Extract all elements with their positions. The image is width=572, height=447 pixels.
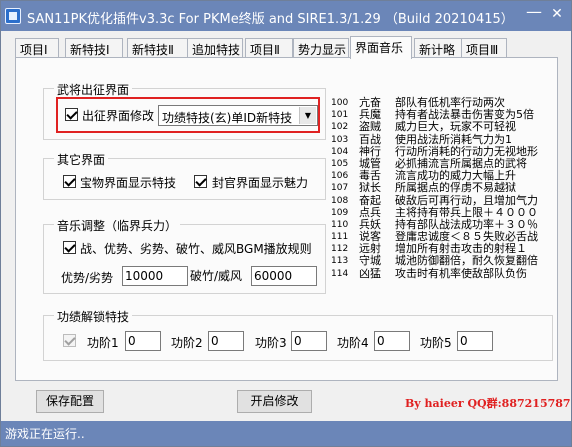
tab-project-1[interactable]: 项目Ⅰ <box>15 38 59 58</box>
skill-reference-list: 100 亢奋 部队有低机率行动两次 101 兵魔 持有者战法暴击伤害变为5倍 102 盗贼… <box>331 96 555 280</box>
skill-id: 105 <box>331 158 349 169</box>
broken-input[interactable]: 60000 <box>251 266 317 286</box>
merit-level-2-label: 功阶2 <box>171 336 203 350</box>
skill-desc: 城池防御翻倍，耐久恢复翻倍 <box>395 254 538 268</box>
sortie-mod-label: 出征界面修改 <box>82 109 155 123</box>
skill-name: 守城 <box>359 254 381 268</box>
treasure-skill-checkbox[interactable] <box>63 175 76 188</box>
merit-level-4-label: 功阶4 <box>337 336 369 350</box>
skill-name: 奋起 <box>359 193 381 207</box>
start-modify-button[interactable]: 开启修改 <box>237 390 312 413</box>
skill-id: 112 <box>331 244 349 255</box>
list-item: 108 奋起 破敌后可再行动，且增加气力 <box>331 193 555 207</box>
tab-ui-music[interactable]: 界面音乐 <box>350 36 412 59</box>
skill-desc: 使用战法所消耗气力为1 <box>395 132 512 146</box>
skill-name: 狱长 <box>359 181 381 195</box>
merit-level-4-input[interactable]: 0 <box>374 331 410 351</box>
skill-id: 114 <box>331 268 349 279</box>
skill-desc: 所属据点的俘虏不易越狱 <box>395 181 516 195</box>
merit-level-5-input[interactable]: 0 <box>457 331 493 351</box>
sortie-mod-checkbox[interactable] <box>65 108 78 121</box>
music-group: 音乐调整（临界兵力） 战、优势、劣势、破竹、威风BGM播放规则 优势/劣势 10… <box>43 217 326 294</box>
bgm-rule-checkbox[interactable] <box>63 241 76 254</box>
skill-id: 102 <box>331 122 349 133</box>
sortie-mode-select[interactable]: 功绩特技(玄)单ID新特技 ▼ <box>158 105 318 126</box>
skill-id: 111 <box>331 232 349 243</box>
skill-name: 百战 <box>359 132 381 146</box>
tab-new-skill-1[interactable]: 新特技Ⅰ <box>65 38 123 58</box>
merit-level-3-input[interactable]: 0 <box>291 331 327 351</box>
skill-id: 108 <box>331 195 349 206</box>
save-config-button[interactable]: 保存配置 <box>36 390 104 413</box>
other-ui-group-title: 其它界面 <box>54 151 109 168</box>
advantage-label: 优势/劣势 <box>61 271 114 285</box>
skill-name: 凶猛 <box>359 266 381 280</box>
status-bar: 游戏正在运行.. <box>1 421 571 446</box>
skill-desc: 攻击时有机率使敌部队负伤 <box>395 266 527 280</box>
skill-id: 107 <box>331 183 349 194</box>
tab-new-skill-2[interactable]: 新特技Ⅱ <box>127 38 189 58</box>
broken-label: 破竹/威风 <box>190 269 243 283</box>
skill-id: 103 <box>331 134 349 145</box>
skill-id: 104 <box>331 146 349 157</box>
merit-level-1-input[interactable]: 0 <box>125 331 161 351</box>
list-item: 102 盗贼 威力巨大，玩家不可轻视 <box>331 121 555 133</box>
status-text: 游戏正在运行.. <box>5 427 85 441</box>
merit-group-title: 功绩解锁特技 <box>54 308 133 325</box>
app-window: SAN11PK优化插件v3.3c For PKMe终版 and SIRE1.3/… <box>0 0 572 447</box>
skill-id: 100 <box>331 98 349 108</box>
app-icon <box>5 8 21 24</box>
list-item: 113 守城 城池防御翻倍，耐久恢复翻倍 <box>331 255 555 267</box>
minimize-button[interactable]: — <box>523 3 545 25</box>
title-bar: SAN11PK优化插件v3.3c For PKMe终版 and SIRE1.3/… <box>1 1 571 31</box>
title-charm-label: 封官界面显示魅力 <box>212 176 309 190</box>
list-item: 114 凶猛 攻击时有机率使敌部队负伤 <box>331 266 555 280</box>
music-group-title: 音乐调整（临界兵力） <box>54 217 181 234</box>
merit-group: 功绩解锁特技 功阶1 0 功阶2 0 功阶3 0 功阶4 0 功阶5 0 <box>43 308 553 361</box>
close-button[interactable]: ✕ <box>545 3 569 25</box>
title-charm-checkbox[interactable] <box>194 175 207 188</box>
merit-level-1-label: 功阶1 <box>87 336 119 350</box>
advantage-input[interactable]: 10000 <box>122 266 188 286</box>
list-item: 103 百战 使用战法所消耗气力为1 <box>331 132 555 146</box>
tab-extra-skill[interactable]: 追加特技 <box>187 38 243 58</box>
tab-project-3[interactable]: 项目Ⅲ <box>461 38 507 58</box>
tab-project-2[interactable]: 项目Ⅱ <box>245 38 293 58</box>
skill-name: 盗贼 <box>359 120 381 134</box>
other-ui-group: 其它界面 宝物界面显示特技 封官界面显示魅力 <box>43 151 326 200</box>
list-item: 107 狱长 所属据点的俘虏不易越狱 <box>331 182 555 194</box>
sortie-mode-value: 功绩特技(玄)单ID新特技 <box>162 111 293 125</box>
tab-new-strategy[interactable]: 新计略 <box>414 38 462 58</box>
skill-id: 110 <box>331 219 349 230</box>
skill-id: 106 <box>331 171 349 182</box>
tab-force-display[interactable]: 势力显示 <box>293 38 349 58</box>
chevron-down-icon[interactable]: ▼ <box>299 107 316 124</box>
sortie-group-title: 武将出征界面 <box>54 81 133 98</box>
skill-id: 101 <box>331 110 349 121</box>
merit-level-3-label: 功阶3 <box>255 336 287 350</box>
highlight-box: 出征界面修改 功绩特技(玄)单ID新特技 ▼ <box>56 97 320 133</box>
skill-desc: 威力巨大，玩家不可轻视 <box>395 120 516 134</box>
skill-desc: 破敌后可再行动，且增加气力 <box>395 193 538 207</box>
merit-level-2-input[interactable]: 0 <box>208 331 244 351</box>
skill-id: 113 <box>331 256 349 267</box>
treasure-skill-label: 宝物界面显示特技 <box>80 176 177 190</box>
bgm-rule-label: 战、优势、劣势、破竹、威风BGM播放规则 <box>80 242 312 256</box>
merit-checkbox[interactable] <box>63 334 76 347</box>
skill-id: 109 <box>331 207 349 218</box>
author-credit: By haieer QQ群:887215787 <box>405 397 571 410</box>
merit-level-5-label: 功阶5 <box>420 336 452 350</box>
window-title: SAN11PK优化插件v3.3c For PKMe终版 and SIRE1.3/… <box>27 12 514 27</box>
